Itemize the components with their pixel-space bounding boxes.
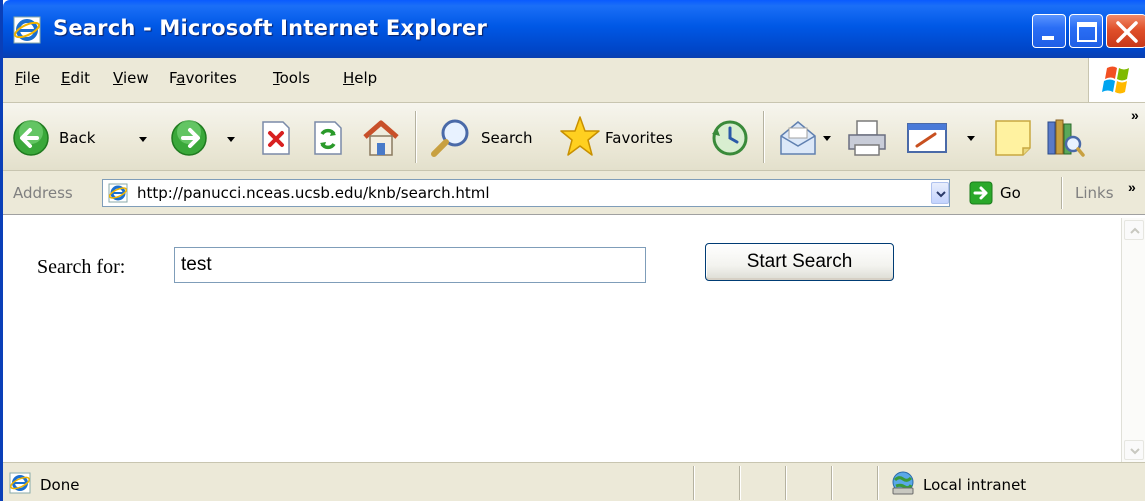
address-url: http://panucci.nceas.ucsb.edu/knb/search… xyxy=(137,184,490,202)
menu-bar: File Edit View Favorites Tools Help xyxy=(3,58,1145,103)
zone-text: Local intranet xyxy=(923,476,1027,494)
scroll-down-button[interactable] xyxy=(1124,440,1144,460)
address-bar: Address http://panucci.nceas.ucsb.edu/kn… xyxy=(3,171,1145,215)
search-toolbar-label: Search xyxy=(481,129,533,147)
mail-icon xyxy=(780,121,816,155)
menu-file[interactable]: File xyxy=(15,69,40,87)
menu-favorites[interactable]: Favorites xyxy=(169,69,237,87)
search-input[interactable] xyxy=(174,247,646,283)
mail-dropdown-icon[interactable] xyxy=(823,136,831,141)
address-label: Address xyxy=(13,184,73,202)
links-separator xyxy=(1061,177,1063,209)
window-title: Search - Microsoft Internet Explorer xyxy=(53,16,488,40)
title-bar[interactable]: Search - Microsoft Internet Explorer xyxy=(3,0,1145,58)
menu-tools[interactable]: Tools xyxy=(273,69,310,87)
status-pane-divider xyxy=(693,466,695,500)
close-icon xyxy=(1116,21,1138,43)
links-overflow-chevron[interactable]: » xyxy=(1128,179,1136,195)
discuss-icon[interactable] xyxy=(993,118,1033,158)
edit-dropdown-icon[interactable] xyxy=(967,136,975,141)
page-icon xyxy=(108,183,128,203)
go-label: Go xyxy=(1000,184,1021,202)
forward-arrow-icon xyxy=(171,120,207,156)
status-bar: Done Local intranet xyxy=(3,462,1145,501)
home-icon[interactable] xyxy=(359,117,403,159)
magnifier-icon xyxy=(431,119,469,157)
back-button[interactable]: Back xyxy=(11,118,161,158)
links-label[interactable]: Links xyxy=(1075,184,1114,202)
history-icon[interactable] xyxy=(709,118,751,158)
status-pane-divider xyxy=(877,466,879,500)
star-icon xyxy=(560,116,600,156)
back-label: Back xyxy=(59,129,96,147)
forward-dropdown-icon[interactable] xyxy=(227,137,235,142)
maximize-button[interactable] xyxy=(1069,14,1103,48)
maximize-icon xyxy=(1077,22,1097,42)
go-button[interactable]: Go xyxy=(965,178,1025,208)
search-button[interactable]: Search xyxy=(429,116,549,160)
content-left-border xyxy=(3,215,11,465)
research-icon[interactable] xyxy=(1045,116,1085,160)
edit-button[interactable] xyxy=(905,118,987,158)
minimize-button[interactable] xyxy=(1032,14,1066,48)
windows-logo xyxy=(1088,58,1145,102)
internet-explorer-icon xyxy=(13,16,41,44)
favorites-toolbar-label: Favorites xyxy=(605,129,673,147)
status-pane-divider xyxy=(739,466,741,500)
menu-view[interactable]: View xyxy=(113,69,149,87)
scroll-up-button[interactable] xyxy=(1124,220,1144,240)
menu-help[interactable]: Help xyxy=(343,69,377,87)
favorites-button[interactable]: Favorites xyxy=(559,114,699,160)
browser-window: Search - Microsoft Internet Explorer Fil… xyxy=(0,0,1145,501)
windows-flag-icon xyxy=(1102,66,1129,94)
toolbar-separator xyxy=(763,111,765,163)
edit-page-icon xyxy=(907,123,947,153)
vertical-scrollbar[interactable] xyxy=(1121,218,1145,462)
chevron-down-icon xyxy=(1130,448,1140,455)
stop-icon[interactable] xyxy=(259,120,293,156)
toolbar-separator xyxy=(415,111,417,163)
standard-toolbar: Back Search Favorites » xyxy=(3,103,1145,171)
menu-edit[interactable]: Edit xyxy=(61,69,90,87)
chevron-down-icon xyxy=(936,191,946,198)
close-button[interactable] xyxy=(1106,14,1145,48)
status-pane-divider xyxy=(785,466,787,500)
page-content: Search for: Start Search xyxy=(11,218,1121,462)
status-text: Done xyxy=(40,476,80,494)
mail-button[interactable] xyxy=(777,118,839,158)
chevron-up-icon xyxy=(1130,227,1140,234)
local-intranet-icon xyxy=(892,471,914,495)
back-dropdown-icon[interactable] xyxy=(139,137,147,142)
page-status-icon xyxy=(9,472,31,494)
go-arrow-icon xyxy=(969,181,993,205)
minimize-icon xyxy=(1042,36,1054,40)
start-search-button[interactable]: Start Search xyxy=(705,243,894,281)
status-pane-divider xyxy=(831,466,833,500)
toolbar-overflow-chevron[interactable]: » xyxy=(1131,107,1139,123)
back-arrow-icon xyxy=(13,120,49,156)
forward-button[interactable] xyxy=(169,118,245,158)
refresh-icon[interactable] xyxy=(311,120,345,156)
print-icon[interactable] xyxy=(845,118,889,158)
address-input[interactable]: http://panucci.nceas.ucsb.edu/knb/search… xyxy=(102,179,950,207)
search-for-label: Search for: xyxy=(37,256,126,278)
address-dropdown-button[interactable] xyxy=(931,182,949,204)
